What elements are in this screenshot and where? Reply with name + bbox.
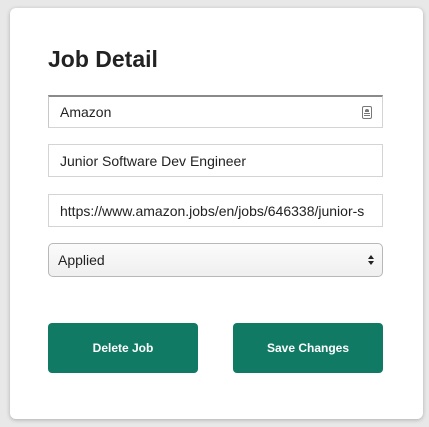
job-detail-card: Job Detail Amazon Junior Software Dev En… <box>10 8 423 419</box>
position-field-value: Junior Software Dev Engineer <box>60 152 246 169</box>
contact-card-icon[interactable] <box>362 105 372 119</box>
page-title: Job Detail <box>48 46 158 72</box>
job-url-field-value: https://www.amazon.jobs/en/jobs/646338/j… <box>60 202 365 219</box>
position-field[interactable]: Junior Software Dev Engineer <box>48 144 383 177</box>
job-url-field[interactable]: https://www.amazon.jobs/en/jobs/646338/j… <box>48 194 383 227</box>
status-select-value: Applied <box>58 252 105 268</box>
delete-job-button[interactable]: Delete Job <box>48 323 198 373</box>
company-field-value: Amazon <box>60 104 112 120</box>
save-changes-button[interactable]: Save Changes <box>233 323 383 373</box>
select-arrows-icon <box>368 255 374 265</box>
status-select[interactable]: Applied <box>48 243 383 277</box>
company-field[interactable]: Amazon <box>48 95 383 128</box>
